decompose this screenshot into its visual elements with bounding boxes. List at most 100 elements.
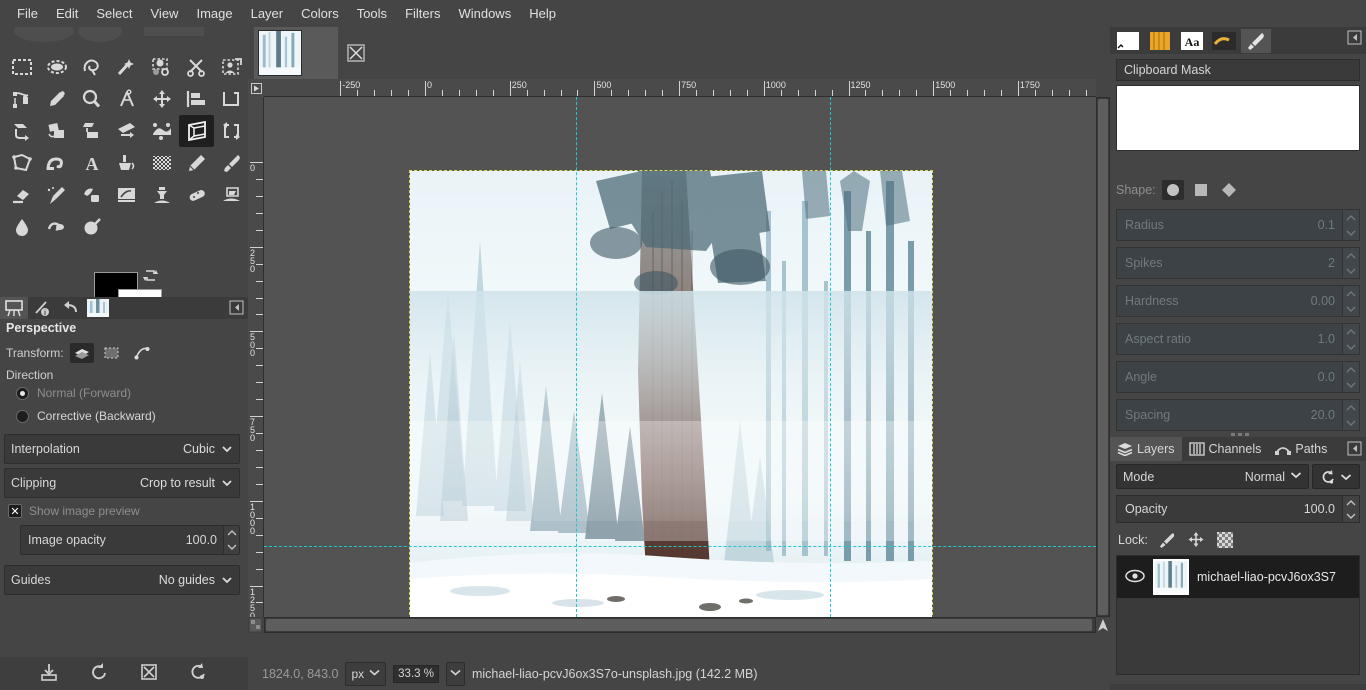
restore-tool-preset-icon[interactable] — [89, 662, 109, 685]
lock-pixels-icon[interactable] — [1157, 530, 1177, 550]
menu-file[interactable]: File — [8, 2, 47, 25]
clone-icon[interactable] — [144, 179, 179, 211]
direction-normal-radio[interactable]: Normal (Forward) — [16, 386, 131, 400]
vertical-ruler[interactable]: 0 250 500 750 1000 1250 — [248, 97, 264, 617]
undo-history-tab[interactable] — [56, 297, 84, 319]
brush-radius-spinner[interactable]: Radius 0.1 — [1116, 209, 1360, 241]
perspective-icon[interactable] — [179, 115, 214, 147]
vertical-scrollbar[interactable] — [1096, 97, 1110, 617]
perspective-clone-icon[interactable] — [214, 179, 249, 211]
zoom-value[interactable]: 33.3 % — [393, 664, 439, 683]
ink-icon[interactable] — [74, 179, 109, 211]
brush-aspect-ratio-spinner[interactable]: Aspect ratio 1.0 — [1116, 323, 1360, 355]
brush-spikes-spinner[interactable]: Spikes 2 — [1116, 247, 1360, 279]
pencil-icon[interactable] — [179, 147, 214, 179]
menu-colors[interactable]: Colors — [292, 2, 348, 25]
gradient-icon[interactable] — [144, 147, 179, 179]
move-icon[interactable] — [144, 83, 179, 115]
reset-tool-options-icon[interactable] — [189, 662, 209, 685]
dock-menu-button[interactable] — [229, 300, 244, 315]
delete-tool-preset-icon[interactable] — [139, 662, 159, 685]
scrollbar-thumb[interactable] — [1098, 99, 1108, 615]
foreground-select-icon[interactable] — [214, 51, 249, 83]
heal-icon[interactable] — [179, 179, 214, 211]
menu-filters[interactable]: Filters — [396, 2, 449, 25]
tab-paths[interactable]: Paths — [1268, 437, 1334, 461]
quick-mask-toggle[interactable] — [248, 617, 263, 633]
mypaint-brush-icon[interactable] — [109, 179, 144, 211]
scrollbar-thumb[interactable] — [266, 619, 1092, 631]
dodge-burn-icon[interactable] — [74, 211, 109, 243]
layer-mode-combo[interactable]: Mode Normal — [1116, 464, 1309, 489]
lock-position-icon[interactable] — [1186, 530, 1206, 550]
device-status-tab[interactable]: i — [28, 297, 56, 319]
gradients-tab[interactable] — [1209, 29, 1239, 53]
transform-selection-button[interactable] — [100, 343, 124, 363]
save-tool-preset-icon[interactable] — [39, 662, 59, 685]
clipping-combo[interactable]: Clipping Crop to result — [4, 468, 240, 498]
horizontal-scrollbar[interactable] — [264, 617, 1096, 633]
menu-edit[interactable]: Edit — [47, 2, 87, 25]
brush-hardness-spinner[interactable]: Hardness 0.00 — [1116, 285, 1360, 317]
unified-transform-icon[interactable] — [109, 115, 144, 147]
show-image-preview-checkbox[interactable]: ✕ Show image preview — [8, 504, 140, 518]
select-by-color-icon[interactable] — [144, 51, 179, 83]
measure-icon[interactable] — [109, 83, 144, 115]
zoom-icon[interactable] — [74, 83, 109, 115]
scissors-select-icon[interactable] — [179, 51, 214, 83]
brush-spacing-spinner[interactable]: Spacing 20.0 — [1116, 399, 1360, 431]
brush-name-field[interactable]: Clipboard Mask — [1116, 59, 1360, 81]
fuzzy-select-icon[interactable] — [109, 51, 144, 83]
layer-row[interactable]: michael-liao-pcvJ6ox3S7 — [1117, 556, 1359, 598]
handle-transform-icon[interactable] — [144, 115, 179, 147]
menu-select[interactable]: Select — [87, 2, 141, 25]
spinner-arrows[interactable] — [1342, 324, 1359, 354]
eraser-icon[interactable] — [4, 179, 39, 211]
tab-channels[interactable]: Channels — [1182, 437, 1269, 461]
brush-angle-spinner[interactable]: Angle 0.0 — [1116, 361, 1360, 393]
color-picker-icon[interactable] — [39, 83, 74, 115]
image-opacity-spinner[interactable]: Image opacity 100.0 — [20, 525, 240, 555]
spinner-arrows[interactable] — [1342, 286, 1359, 316]
spinner-arrows[interactable] — [1342, 496, 1359, 522]
layer-opacity-spinner[interactable]: Opacity 100.0 — [1116, 495, 1360, 523]
tool-options-tab[interactable] — [0, 297, 28, 319]
menu-layer[interactable]: Layer — [242, 2, 293, 25]
menu-image[interactable]: Image — [187, 2, 241, 25]
tab-layers[interactable]: Layers — [1110, 437, 1182, 461]
horizontal-ruler[interactable]: -250 0 250 500 750 1000 1250 1500 1750 — [264, 79, 1096, 97]
guides-combo[interactable]: Guides No guides — [4, 565, 240, 595]
shape-square-button[interactable] — [1190, 180, 1212, 200]
fonts-tab[interactable]: Aa — [1177, 29, 1207, 53]
layer-list[interactable]: michael-liao-pcvJ6ox3S7 — [1116, 555, 1360, 675]
dock-menu-button[interactable] — [1347, 441, 1362, 456]
smudge-icon[interactable] — [39, 211, 74, 243]
canvas-image[interactable] — [410, 171, 932, 617]
images-tab[interactable] — [84, 297, 112, 319]
interpolation-combo[interactable]: Interpolation Cubic — [4, 434, 240, 464]
spinner-arrows[interactable] — [1342, 362, 1359, 392]
guide-vertical[interactable] — [576, 97, 577, 617]
text-icon[interactable]: A — [74, 147, 109, 179]
blur-sharpen-icon[interactable] — [4, 211, 39, 243]
paintbrush-icon[interactable] — [214, 147, 249, 179]
unit-combo[interactable]: px — [345, 661, 387, 686]
menu-windows[interactable]: Windows — [449, 2, 520, 25]
spinner-arrows[interactable] — [223, 526, 239, 554]
direction-corrective-radio[interactable]: Corrective (Backward) — [16, 409, 156, 423]
flip-icon[interactable] — [214, 115, 249, 147]
ellipse-select-icon[interactable] — [39, 51, 74, 83]
brush-editor-tab[interactable] — [1241, 28, 1271, 53]
transform-path-button[interactable] — [130, 343, 154, 363]
airbrush-icon[interactable] — [39, 179, 74, 211]
close-icon[interactable] — [346, 43, 366, 63]
canvas-viewport[interactable] — [264, 97, 1096, 617]
free-select-icon[interactable] — [74, 51, 109, 83]
crop-icon[interactable] — [214, 83, 249, 115]
spinner-arrows[interactable] — [1342, 400, 1359, 430]
rotate-icon[interactable] — [4, 115, 39, 147]
spinner-arrows[interactable] — [1342, 248, 1359, 278]
guide-vertical[interactable] — [830, 97, 831, 617]
layer-visibility-icon[interactable] — [1125, 569, 1145, 586]
ruler-corner-menu[interactable] — [248, 79, 264, 97]
